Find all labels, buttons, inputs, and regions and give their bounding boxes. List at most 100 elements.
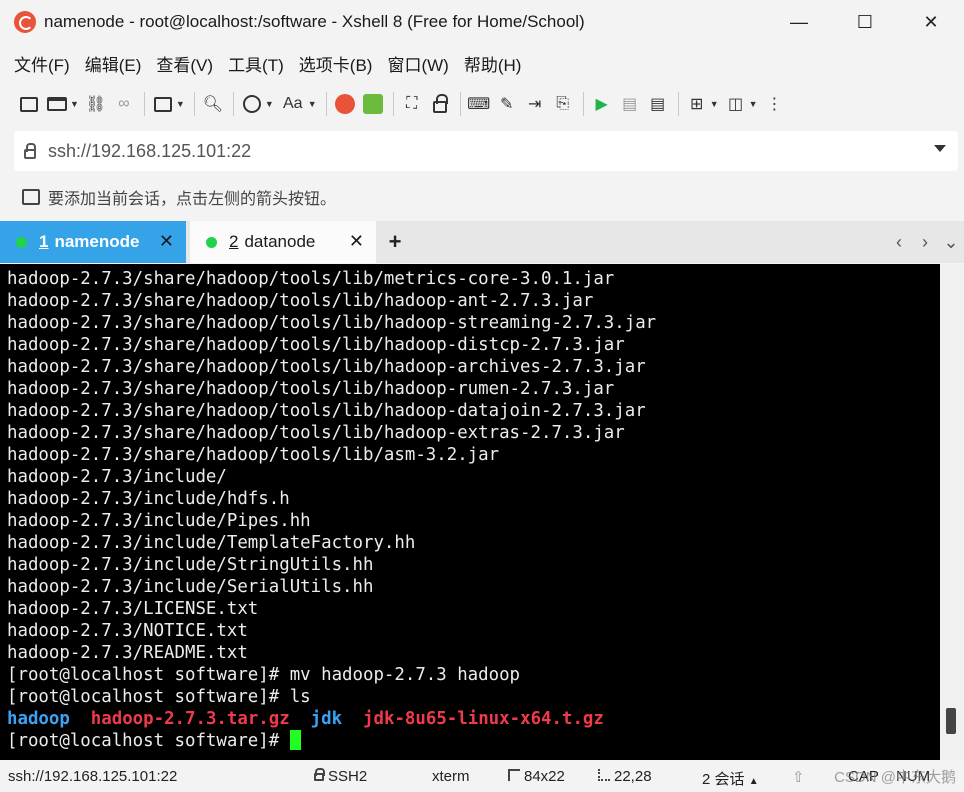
tab-datanode[interactable]: 2 datanode ✕ [190, 221, 376, 263]
font-button[interactable]: Aa ▼ [280, 90, 317, 118]
lock-button[interactable] [429, 90, 451, 118]
terminal-output[interactable]: hadoop-2.7.3/share/hadoop/tools/lib/metr… [0, 264, 940, 760]
window-title: namenode - root@localhost:/software - Xs… [44, 12, 585, 31]
new-tab-button[interactable]: ⊞ ▼ [686, 90, 719, 118]
protocol-label: SSH2 [328, 768, 368, 785]
minimize-button[interactable]: — [766, 0, 832, 44]
font-icon: Aa [282, 95, 303, 112]
chevron-left-icon[interactable]: ‹ [886, 232, 912, 253]
toolbar-divider [459, 92, 461, 116]
address-input[interactable]: ssh://192.168.125.101:22 [48, 141, 251, 162]
xftp-icon [334, 93, 356, 115]
tab-number: 2 [229, 232, 239, 251]
xftp-button[interactable] [334, 90, 356, 118]
status-sessions[interactable]: 2 会话 ▲ [702, 768, 759, 789]
window-controls: — ☐ ✕ [766, 0, 964, 44]
toolbar-divider [392, 92, 394, 116]
lock-icon [24, 142, 36, 159]
close-icon[interactable]: ✕ [349, 231, 364, 252]
terminal-line: hadoop-2.7.3/share/hadoop/tools/lib/asm-… [7, 445, 500, 465]
pen-icon: ✎ [499, 96, 514, 113]
toolbar-divider [677, 92, 679, 116]
position-icon [598, 769, 610, 781]
xshell-logo-icon [14, 11, 36, 33]
chevron-right-icon[interactable]: › [912, 232, 938, 253]
find-button[interactable]: 🔍︎ [202, 90, 224, 118]
terminal-line: hadoop-2.7.3/share/hadoop/tools/lib/metr… [7, 269, 615, 289]
menu-window[interactable]: 窗口(W) [387, 51, 448, 76]
prompt-text: [root@localhost software]# [7, 731, 290, 751]
terminal-line: hadoop-2.7.3/include/ [7, 467, 227, 487]
more-button[interactable]: ⋮ [764, 90, 786, 118]
size-icon [508, 769, 520, 781]
compose-button[interactable]: ▤ [647, 90, 669, 118]
menu-bar: 文件(F) 编辑(E) 查看(V) 工具(T) 选项卡(B) 窗口(W) 帮助(… [0, 44, 964, 82]
send-button[interactable]: ⇥ [524, 90, 546, 118]
script-icon: ⎘ [556, 95, 570, 112]
add-tab-button[interactable]: + [376, 221, 414, 263]
lock-icon [429, 93, 451, 115]
terminal-scrollbar[interactable] [940, 264, 964, 760]
terminal-line: hadoop-2.7.3/README.txt [7, 643, 248, 663]
ls-entry: hadoop-2.7.3.tar.gz [90, 709, 290, 729]
chevron-down-icon: ▼ [264, 99, 274, 109]
maximize-button[interactable]: ☐ [832, 0, 898, 44]
menu-view[interactable]: 查看(V) [156, 51, 213, 76]
status-dot-icon [206, 236, 217, 248]
chevron-down-icon[interactable]: ⌄ [938, 232, 964, 253]
log-button[interactable]: ▤ [619, 90, 641, 118]
run-button[interactable]: ▶ [591, 90, 613, 118]
terminal-line: hadoop-2.7.3/include/Pipes.hh [7, 511, 311, 531]
terminal-line: hadoop-2.7.3/NOTICE.txt [7, 621, 248, 641]
toolbar-divider [143, 92, 145, 116]
terminal-line: [root@localhost software]# ls [7, 687, 311, 707]
xagent-button[interactable] [362, 90, 384, 118]
menu-tools[interactable]: 工具(T) [228, 51, 284, 76]
tab-label: datanode [244, 232, 316, 251]
toolbar-divider [232, 92, 234, 116]
terminal-line: hadoop-2.7.3/share/hadoop/tools/lib/hado… [7, 423, 625, 443]
encoding-button[interactable]: ▼ [241, 90, 274, 118]
title-bar: namenode - root@localhost:/software - Xs… [0, 0, 964, 44]
new-session-button[interactable] [18, 90, 40, 118]
disconnect-button[interactable]: ⛓ [85, 90, 107, 118]
reconnect-button[interactable]: ∞ [113, 90, 135, 118]
add-tab-icon: ⊞ [689, 96, 704, 113]
toolbar: ▼ ⛓ ∞ ▼ 🔍︎ ▼ Aa ▼ ⛶ ⌨ ✎ ⇥ ⎘ ▶ ▤ ▤ ⊞ ▼ ◫ ▼ ⋮ [0, 84, 964, 124]
hint-text: 要添加当前会话，点击左侧的箭头按钮。 [48, 191, 337, 208]
terminal-line: hadoop-2.7.3/LICENSE.txt [7, 599, 259, 619]
terminal-cursor [289, 730, 301, 750]
status-dot-icon [16, 236, 27, 248]
highlight-button[interactable]: ✎ [496, 90, 518, 118]
tab-namenode[interactable]: 1 namenode ✕ [0, 221, 186, 263]
open-session-button[interactable]: ▼ [46, 90, 79, 118]
session-hint-bar: 要添加当前会话，点击左侧的箭头按钮。 [0, 178, 964, 216]
position-label: 22,28 [614, 768, 652, 785]
tab-number: 1 [39, 232, 49, 251]
more-icon: ⋮ [766, 96, 783, 113]
terminal-line: hadoop-2.7.3/include/StringUtils.hh [7, 555, 374, 575]
layout-button[interactable]: ◫ ▼ [725, 90, 757, 118]
tab-navigation: ‹ › ⌄ [886, 221, 964, 263]
close-icon[interactable]: ✕ [159, 231, 174, 252]
ls-entry: jdk [310, 709, 343, 729]
menu-edit[interactable]: 编辑(E) [85, 51, 142, 76]
globe-icon [241, 93, 263, 115]
terminal-line: hadoop-2.7.3/include/SerialUtils.hh [7, 577, 374, 597]
status-bar: ssh://192.168.125.101:22 SSH2 xterm 84x2… [0, 762, 964, 792]
chevron-down-icon: ▼ [175, 99, 185, 109]
menu-help[interactable]: 帮助(H) [464, 51, 522, 76]
menu-tab[interactable]: 选项卡(B) [299, 51, 373, 76]
address-bar[interactable]: ssh://192.168.125.101:22 [14, 131, 958, 171]
properties-button[interactable]: ▼ [152, 90, 185, 118]
close-button[interactable]: ✕ [898, 0, 964, 44]
fullscreen-button[interactable]: ⛶ [401, 90, 423, 118]
add-session-icon[interactable] [22, 189, 40, 205]
script-button[interactable]: ⎘ [552, 90, 574, 118]
menu-file[interactable]: 文件(F) [14, 51, 70, 76]
keyboard-button[interactable]: ⌨ [467, 90, 490, 118]
terminal-line: hadoop-2.7.3/share/hadoop/tools/lib/hado… [7, 291, 594, 311]
compose-icon: ▤ [650, 96, 666, 113]
chevron-down-icon[interactable] [934, 145, 946, 152]
scrollbar-thumb[interactable] [946, 708, 956, 734]
